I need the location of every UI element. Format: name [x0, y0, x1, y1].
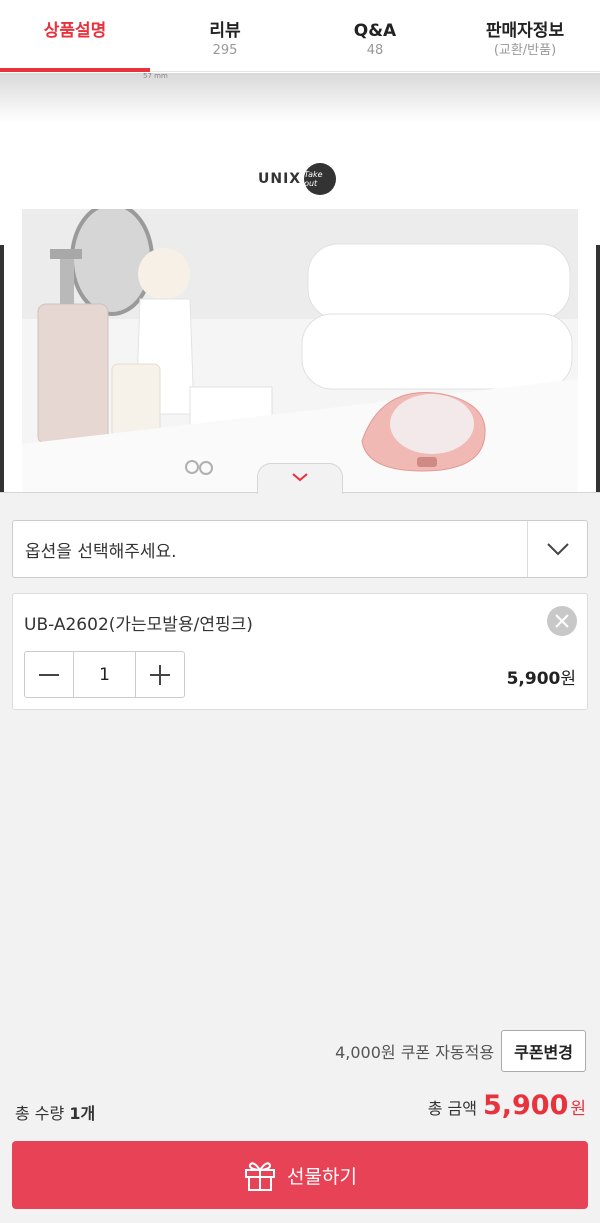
gift-button[interactable]: 선물하기 — [12, 1141, 588, 1209]
tab-description[interactable]: 상품설명 — [0, 0, 150, 71]
option-price-unit: 원 — [560, 669, 576, 689]
chevron-down-icon — [546, 543, 569, 556]
option-price: 5,900원 — [507, 664, 576, 689]
product-image — [22, 209, 578, 494]
total-amount-label: 총 금액 — [427, 1099, 477, 1118]
total-quantity-label: 총 수량 — [15, 1104, 65, 1123]
quantity-stepper: 1 — [24, 651, 185, 698]
option-select-placeholder: 옵션을 선택해주세요. — [25, 541, 177, 562]
tab-label: 리뷰 — [209, 21, 241, 41]
total-price: 총 금액 5,900 원 — [428, 1090, 586, 1121]
decrease-quantity-button[interactable] — [25, 652, 73, 697]
product-tabs: 상품설명 리뷰 295 Q&A 48 판매자정보 (교환/반품) — [0, 0, 600, 72]
coupon-text: 4,000원 쿠폰 자동적용 — [335, 1043, 495, 1062]
total-amount-value: 5,900 — [482, 1090, 569, 1121]
tab-label: 판매자정보 — [485, 21, 565, 41]
increase-quantity-button[interactable] — [136, 652, 184, 697]
tab-review-count: 295 — [212, 43, 238, 58]
sheet-collapse-handle[interactable] — [257, 463, 343, 494]
close-icon — [555, 614, 569, 628]
active-tab-indicator — [0, 68, 150, 72]
chevron-down-icon — [292, 473, 308, 482]
change-coupon-button[interactable]: 쿠폰변경 — [501, 1030, 586, 1072]
totals-row: 총 수량 1개 총 금액 5,900 원 — [0, 1088, 600, 1133]
gift-icon — [245, 1162, 276, 1191]
quantity-value[interactable]: 1 — [73, 652, 136, 697]
tab-label: Q&A — [353, 21, 397, 41]
tab-sub: (교환/반품) — [493, 43, 557, 58]
brand-logo: UNIX Take out — [258, 163, 337, 195]
selected-option-card: UB-A2602(가는모발용/연핑크) 1 5,900원 — [12, 593, 588, 710]
plus-icon — [150, 664, 170, 685]
tab-qna-count: 48 — [366, 43, 384, 58]
gift-button-label: 선물하기 — [287, 1165, 357, 1188]
tab-seller-info[interactable]: 판매자정보 (교환/반품) — [450, 0, 600, 71]
tab-label: 상품설명 — [43, 21, 107, 41]
option-price-amount: 5,900 — [506, 669, 561, 689]
option-select[interactable]: 옵션을 선택해주세요. — [12, 520, 588, 578]
total-quantity-value: 1개 — [69, 1104, 96, 1123]
ruler-text: 57 mm — [143, 72, 168, 80]
dropdown-arrow[interactable] — [527, 521, 587, 577]
tab-reviews[interactable]: 리뷰 295 — [150, 0, 300, 71]
minus-icon — [39, 673, 59, 676]
total-amount-unit: 원 — [570, 1099, 586, 1119]
coupon-row: 4,000원 쿠폰 자동적용 쿠폰변경 — [335, 1030, 586, 1072]
brand-name: UNIX — [258, 171, 302, 187]
total-quantity: 총 수량 1개 — [15, 1100, 95, 1124]
content-shadow — [0, 73, 600, 123]
product-illustration — [22, 209, 578, 494]
tab-qna[interactable]: Q&A 48 — [300, 0, 450, 71]
option-name: UB-A2602(가는모발용/연핑크) — [24, 615, 253, 635]
remove-option-button[interactable] — [547, 606, 577, 636]
brand-badge: Take out — [304, 163, 337, 195]
